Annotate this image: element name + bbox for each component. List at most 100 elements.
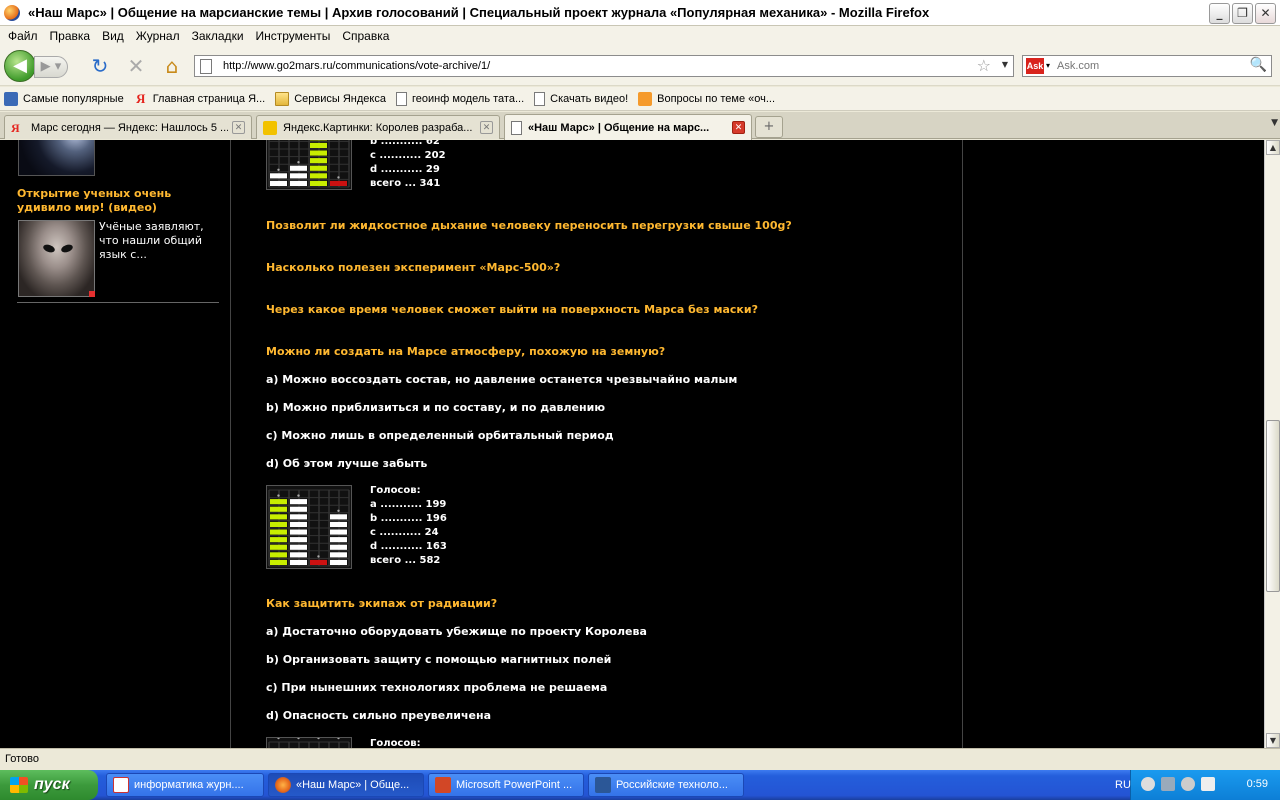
menu-view[interactable]: Вид	[96, 29, 130, 43]
poll-bar-segment	[310, 150, 327, 156]
system-tray: RU 0:59	[1115, 770, 1280, 800]
poll-bar-segment	[310, 180, 327, 186]
scroll-down-icon[interactable]: ▼	[1266, 733, 1280, 748]
network-icon[interactable]	[1161, 777, 1175, 791]
maximize-button[interactable]: ❐	[1232, 3, 1253, 24]
back-button[interactable]: ◀	[4, 50, 36, 82]
bookmark-most-visited[interactable]: Самые популярные	[4, 91, 124, 106]
answer-option: a) Достаточно оборудовать убежище по про…	[266, 625, 647, 638]
page-icon	[534, 91, 546, 106]
taskbar-item-word[interactable]: Российские техноло...	[588, 773, 744, 797]
yandex-images-icon	[263, 120, 277, 135]
planet-thumbnail[interactable]	[18, 140, 95, 176]
tab-close-icon[interactable]: ✕	[232, 121, 245, 134]
start-button[interactable]: пуск	[0, 770, 98, 800]
window-title-bar: «Наш Марс» | Общение на марсианские темы…	[0, 0, 1280, 26]
answer-option: b) Организовать защиту с помощью магнитн…	[266, 653, 612, 666]
poll-bar-marker	[277, 494, 280, 497]
rss-icon	[638, 91, 653, 106]
tab-close-icon[interactable]: ✕	[480, 121, 493, 134]
taskbar: пуск информатика журн.... «Наш Марс» | О…	[0, 770, 1280, 800]
tab-nash-mars[interactable]: «Наш Марс» | Общение на марс... ✕	[504, 114, 752, 140]
poll-results: b ........... 62 c ........... 202 d ...…	[370, 140, 446, 189]
stop-icon[interactable]: ✕	[124, 55, 148, 77]
poll-bar-segment	[290, 499, 307, 505]
poll-bar-segment	[290, 180, 307, 186]
alien-thumbnail[interactable]	[18, 220, 95, 297]
poll-results: Голосов:	[370, 738, 421, 748]
question-link[interactable]: Позволит ли жидкостное дыхание человеку …	[266, 219, 792, 232]
minimize-button[interactable]: _	[1209, 3, 1230, 24]
menu-history[interactable]: Журнал	[130, 29, 186, 43]
poll-bar-marker	[297, 494, 300, 497]
answer-option: d) Об этом лучше забыть	[266, 457, 428, 470]
tab-list-icon[interactable]: ▼	[1271, 118, 1278, 128]
taskbar-item-firefox[interactable]: «Наш Марс» | Обще...	[268, 773, 424, 797]
yandex-icon: Я	[11, 120, 20, 135]
news-title-link[interactable]: Открытие ученых очень удивило мир! (виде…	[17, 187, 217, 215]
question-link[interactable]: Как защитить экипаж от радиации?	[266, 597, 497, 610]
poll-chart	[266, 737, 352, 748]
poll-chart	[266, 485, 352, 569]
status-dot	[89, 291, 95, 297]
poll-chart	[266, 140, 352, 190]
taskbar-item-informatics[interactable]: информатика журн....	[106, 773, 264, 797]
yandex-icon: Я	[136, 90, 146, 106]
url-dropdown-icon[interactable]: ▼	[1002, 60, 1008, 69]
tab-yandex-images[interactable]: Яндекс.Картинки: Королев разраба... ✕	[256, 115, 500, 139]
question-link[interactable]: Через какое время человек сможет выйти н…	[266, 303, 758, 316]
tab-mars-today[interactable]: Я Марс сегодня — Яндекс: Нашлось 5 ... ✕	[4, 115, 252, 139]
menu-edit[interactable]: Правка	[44, 29, 97, 43]
poll-bar-segment	[270, 173, 287, 179]
bookmark-download-video[interactable]: Скачать видео!	[534, 91, 628, 106]
reload-icon[interactable]: ↻	[88, 55, 112, 77]
menu-file[interactable]: Файл	[2, 29, 44, 43]
status-bar: Готово	[0, 748, 1280, 770]
poll-bar-marker	[297, 161, 300, 164]
volume-icon[interactable]	[1201, 777, 1215, 791]
menu-bookmarks[interactable]: Закладки	[186, 29, 250, 43]
poll-bar-segment	[290, 173, 307, 179]
bookmark-questions[interactable]: Вопросы по теме «оч...	[638, 91, 775, 106]
search-input[interactable]	[1057, 58, 1247, 74]
search-engine-dropdown-icon[interactable]: ▾	[1046, 61, 1050, 70]
taskbar-item-powerpoint[interactable]: Microsoft PowerPoint ...	[428, 773, 584, 797]
close-button[interactable]: ✕	[1255, 3, 1276, 24]
new-tab-button[interactable]: +	[755, 116, 783, 138]
pdf-icon	[113, 777, 129, 793]
window-title: «Наш Марс» | Общение на марсианские темы…	[28, 5, 930, 20]
search-bar[interactable]: Ask ▾ 🔍	[1022, 55, 1272, 77]
search-icon[interactable]: 🔍	[1250, 57, 1267, 73]
bookmark-star-icon[interactable]: ☆	[977, 56, 991, 75]
question-link[interactable]: Насколько полезен эксперимент «Марс-500»…	[266, 261, 560, 274]
poll-bar-segment	[270, 529, 287, 535]
poll-bar-segment	[290, 552, 307, 558]
address-bar[interactable]: http://www.go2mars.ru/communications/vot…	[194, 55, 1014, 77]
menu-tools[interactable]: Инструменты	[250, 29, 337, 43]
poll-bar-segment	[270, 506, 287, 512]
poll-bar-segment	[310, 158, 327, 164]
powerpoint-icon	[435, 777, 451, 793]
question-link[interactable]: Можно ли создать на Марсе атмосферу, пох…	[266, 345, 665, 358]
tab-close-icon[interactable]: ✕	[732, 121, 745, 134]
vertical-scrollbar[interactable]: ▲ ▼	[1264, 140, 1280, 748]
search-engine-icon[interactable]: Ask	[1026, 58, 1044, 74]
poll-bar-segment	[290, 165, 307, 171]
poll-bar-segment	[290, 514, 307, 520]
bookmark-geoinf[interactable]: геоинф модель тата...	[395, 91, 524, 106]
scroll-thumb[interactable]	[1266, 420, 1280, 592]
tray-icon[interactable]	[1141, 777, 1155, 791]
menu-help[interactable]: Справка	[336, 29, 395, 43]
poll-bar-segment	[330, 544, 347, 550]
home-icon[interactable]: ⌂	[160, 55, 184, 77]
scroll-up-icon[interactable]: ▲	[1266, 140, 1280, 155]
bookmark-yandex-services[interactable]: Сервисы Яндекса	[275, 91, 386, 106]
poll-bar-segment	[290, 521, 307, 527]
poll-bar-marker	[297, 738, 300, 740]
tray-icon[interactable]	[1181, 777, 1195, 791]
language-indicator[interactable]: RU	[1115, 779, 1131, 791]
page-icon	[511, 120, 522, 135]
forward-button[interactable]: ▶ ▾	[34, 56, 68, 78]
poll-bar-segment	[330, 514, 347, 520]
bookmark-yandex-home[interactable]: Я Главная страница Я...	[134, 90, 265, 106]
